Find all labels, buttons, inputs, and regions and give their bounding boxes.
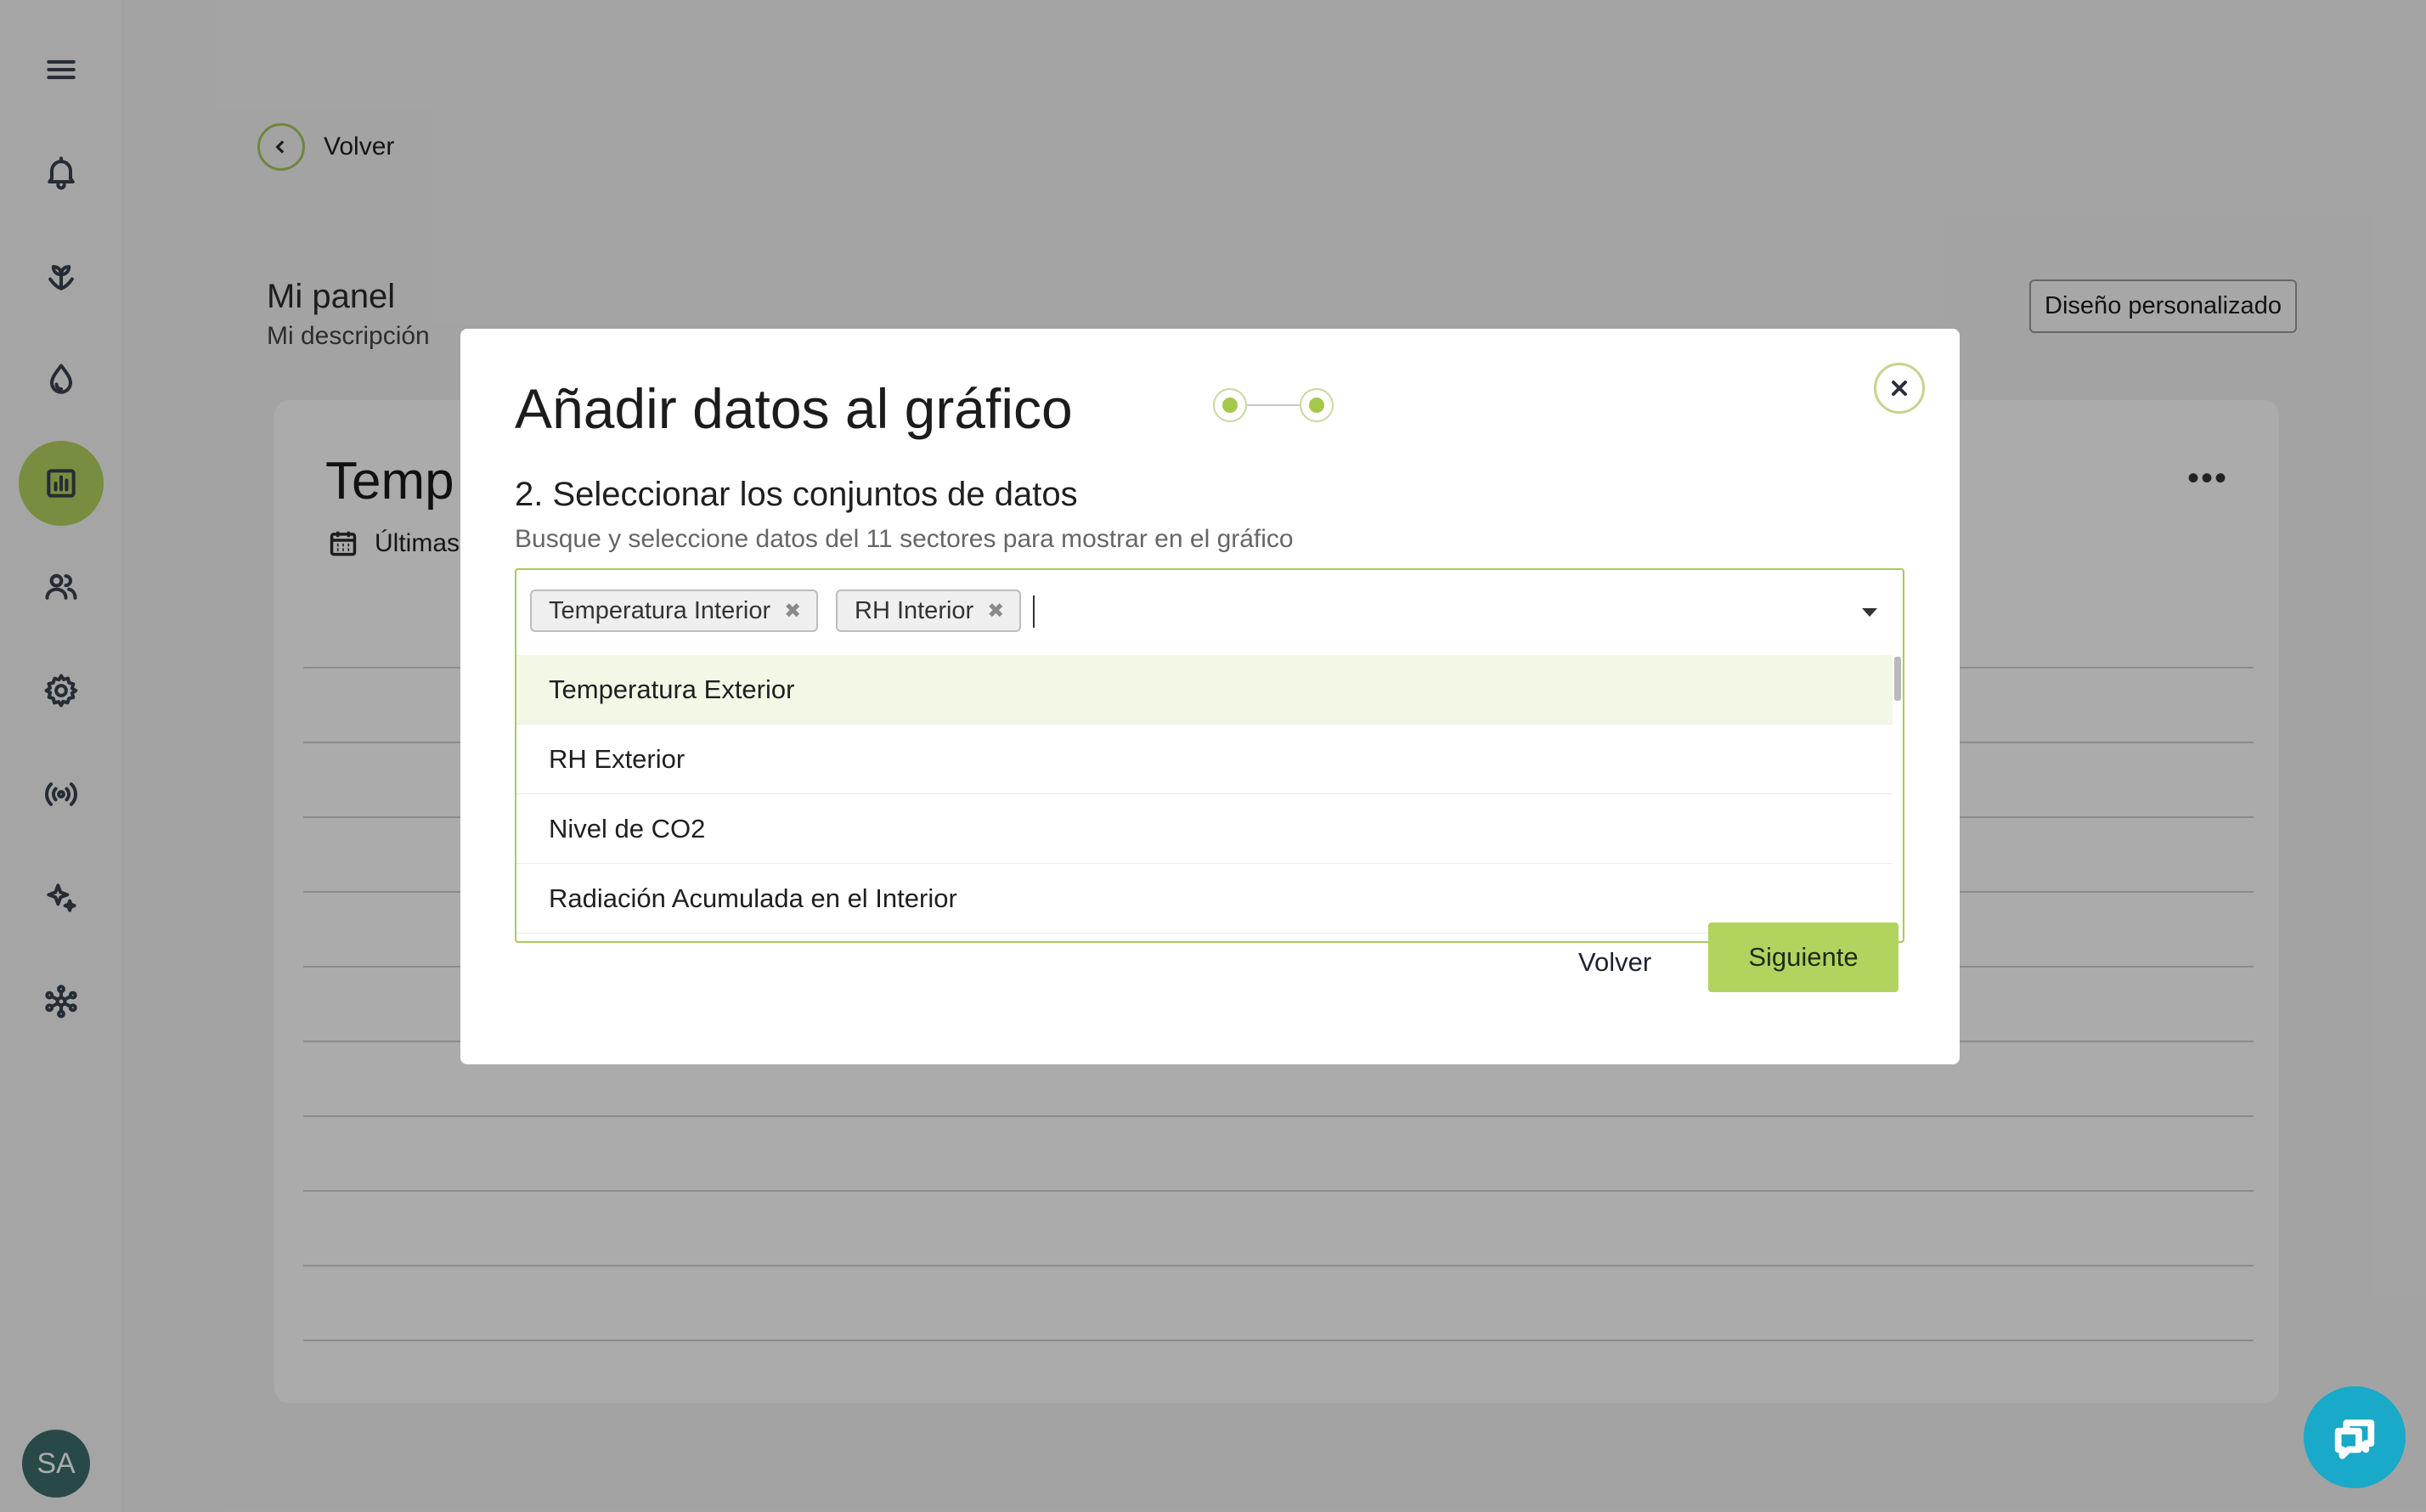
selected-chip: RH Interior ✖ bbox=[836, 590, 1022, 632]
next-button[interactable]: Siguiente bbox=[1708, 922, 1898, 992]
chat-button[interactable] bbox=[2304, 1386, 2406, 1488]
chat-icon bbox=[2334, 1419, 2375, 1459]
step-help-text: Busque y seleccione datos del 11 sectore… bbox=[515, 525, 1294, 553]
close-icon bbox=[1892, 381, 1907, 396]
dataset-option[interactable]: Radiación Acumulada en el Interior bbox=[516, 864, 1893, 934]
dropdown-arrow-icon[interactable] bbox=[1862, 608, 1877, 617]
dataset-multiselect[interactable]: Temperatura Interior ✖ RH Interior ✖ bbox=[515, 568, 1904, 657]
selected-chip: Temperatura Interior ✖ bbox=[530, 590, 819, 632]
add-data-modal: Añadir datos al gráfico 2. Seleccionar l… bbox=[460, 329, 1960, 1064]
modal-back-button[interactable]: Volver bbox=[1578, 947, 1651, 978]
dataset-option[interactable]: RH Exterior bbox=[516, 725, 1893, 794]
remove-chip-icon[interactable]: ✖ bbox=[784, 599, 801, 623]
close-button[interactable] bbox=[1874, 363, 1925, 414]
step-2-indicator bbox=[1300, 388, 1334, 422]
dataset-option[interactable]: Temperatura Exterior bbox=[516, 655, 1893, 725]
step-1-indicator bbox=[1213, 388, 1247, 422]
stepper bbox=[1210, 386, 1337, 424]
chip-label: RH Interior bbox=[855, 596, 974, 624]
remove-chip-icon[interactable]: ✖ bbox=[987, 599, 1004, 623]
dataset-option[interactable]: Nivel de CO2 bbox=[516, 794, 1893, 864]
step-heading: 2. Seleccionar los conjuntos de datos bbox=[515, 476, 1078, 513]
dataset-options-list[interactable]: Temperatura Exterior RH Exterior Nivel d… bbox=[515, 655, 1904, 943]
text-cursor bbox=[1033, 595, 1035, 628]
scrollbar-thumb[interactable] bbox=[1894, 657, 1901, 701]
modal-title: Añadir datos al gráfico bbox=[515, 377, 1073, 440]
chip-label: Temperatura Interior bbox=[549, 596, 771, 624]
step-connector bbox=[1247, 404, 1300, 406]
